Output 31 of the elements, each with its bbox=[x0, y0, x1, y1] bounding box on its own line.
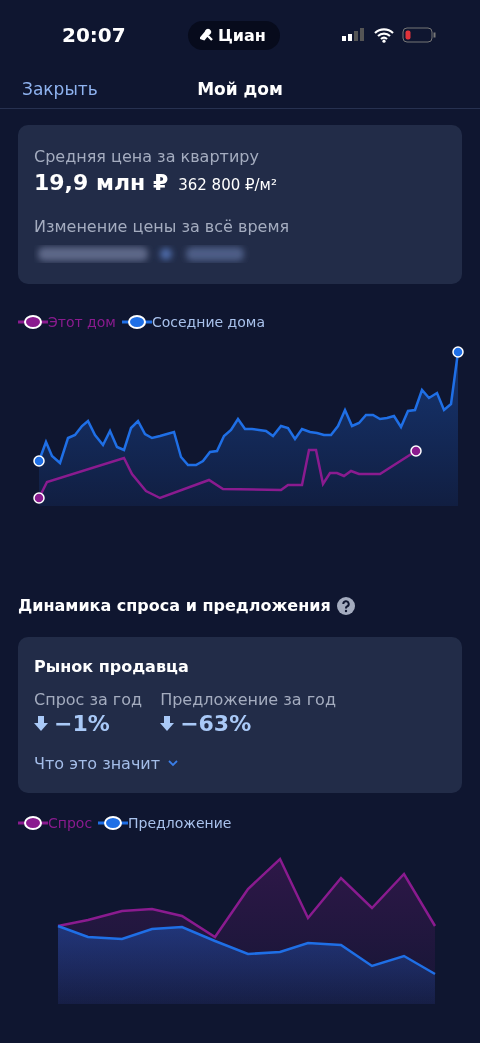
down-arrow-icon bbox=[160, 715, 175, 732]
app-name: Циан bbox=[217, 25, 266, 45]
battery-icon bbox=[402, 27, 436, 43]
stat-value: −63% bbox=[180, 711, 252, 736]
market-title: Рынок продавца bbox=[34, 657, 190, 676]
price-value: 19,9 млн ₽ bbox=[34, 170, 169, 195]
legend-label: Спрос bbox=[48, 815, 93, 831]
legend-label: Предложение bbox=[128, 815, 232, 831]
stat-label: Предложение за год bbox=[160, 690, 336, 709]
app-pill[interactable]: Циан bbox=[187, 20, 280, 50]
price-label: Средняя цена за квартиру bbox=[34, 147, 260, 166]
signal-icon bbox=[342, 27, 366, 43]
legend-label: Этот дом bbox=[48, 314, 116, 330]
explain-link[interactable]: Что это значит bbox=[34, 754, 446, 773]
down-arrow-icon bbox=[34, 715, 48, 732]
close-button[interactable]: Закрыть bbox=[22, 79, 98, 99]
help-icon[interactable] bbox=[336, 596, 355, 615]
data-point bbox=[452, 346, 464, 358]
chevron-down-icon bbox=[168, 760, 179, 767]
wifi-icon bbox=[374, 27, 394, 43]
stat-value: −1% bbox=[54, 711, 110, 736]
price-per-meter: 362 800 ₽/м² bbox=[178, 176, 277, 194]
stat-label: Спрос за год bbox=[34, 690, 143, 709]
status-time: 20:07 bbox=[62, 23, 126, 47]
data-point bbox=[33, 492, 45, 504]
data-point bbox=[33, 455, 45, 467]
data-point bbox=[410, 445, 422, 457]
page-title: Мой дом bbox=[197, 79, 283, 99]
legend-label: Соседние дома bbox=[151, 314, 265, 330]
change-label: Изменение цены за всё время bbox=[34, 217, 291, 236]
section-title: Динамика спроса и предложения bbox=[18, 596, 331, 615]
